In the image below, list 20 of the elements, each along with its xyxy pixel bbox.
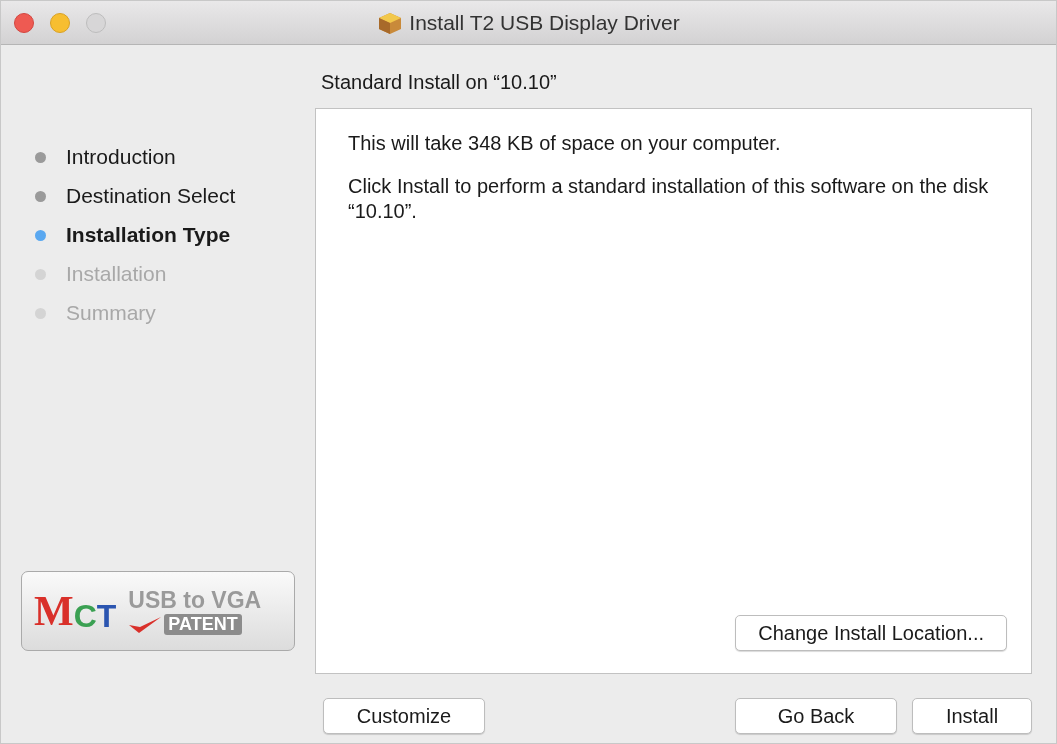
step-item: Installation Type (35, 223, 231, 247)
step-item: Summary (35, 301, 156, 325)
body-text: Click Install to perform a standard installation of this software on the disk “10.10”. (348, 174, 990, 224)
body-text: This will take 348 KB of space on your computer. (348, 131, 782, 156)
minimize-button[interactable] (50, 13, 70, 33)
step-item: Installation (35, 262, 167, 286)
customize-button[interactable]: Customize (323, 698, 485, 734)
logo-text: PATENT (164, 614, 242, 635)
step-item: Introduction (35, 145, 176, 169)
logo-letters: MCT (34, 587, 117, 635)
package-icon (377, 10, 404, 35)
zoom-button[interactable] (86, 13, 106, 33)
dialog-button[interactable]: Install (912, 698, 1032, 734)
step-item: Destination Select (35, 184, 236, 208)
change-location-button[interactable]: Change Install Location... (735, 615, 1007, 651)
logo-text: USB to VGA (128, 587, 262, 614)
section-heading: Standard Install on “10.10” (321, 71, 558, 94)
window-title: Install T2 USB Display Driver (409, 10, 680, 35)
dialog-button[interactable]: Go Back (735, 698, 897, 734)
close-button[interactable] (14, 13, 34, 33)
